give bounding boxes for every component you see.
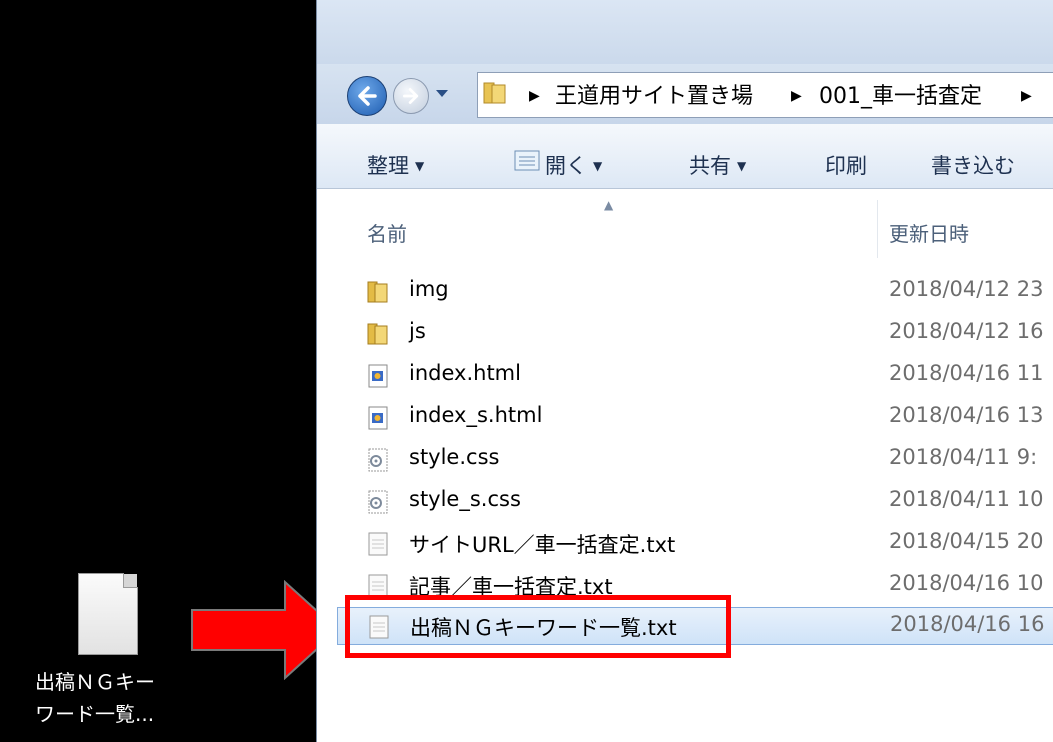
file-date: 2018/04/16 11 [889,361,1044,385]
file-name: style.css [409,445,500,469]
file-name: index_s.html [409,403,543,427]
file-date: 2018/04/12 16 [889,319,1044,343]
text-file-icon [368,532,388,556]
burn-button[interactable]: 書き込む [931,150,1015,180]
breadcrumb-chevron-icon[interactable]: ▶ [791,88,802,104]
file-name: サイトURL／車一括査定.txt [409,533,676,557]
file-date: 2018/04/11 9: [889,445,1038,469]
file-row[interactable]: index.html 2018/04/16 11 [337,357,1053,395]
file-date: 2018/04/12 23 [889,277,1044,301]
folder-icon [367,281,388,303]
file-row[interactable]: index_s.html 2018/04/16 13 [337,399,1053,437]
css-file-icon [368,490,388,514]
file-row[interactable]: img 2018/04/12 23 [337,273,1053,311]
file-name: js [409,319,426,343]
folder-icon [483,82,506,104]
highlight-box [345,595,731,658]
open-menu[interactable]: 開く ▼ [545,150,602,180]
history-dropdown-icon[interactable] [435,88,449,98]
file-name: img [409,277,449,301]
file-row[interactable]: サイトURL／車一括査定.txt 2018/04/15 20 [337,525,1053,563]
column-header-date[interactable]: 更新日時 [889,218,969,247]
breadcrumb-item[interactable]: 王道用サイト置き場 [555,78,753,110]
breadcrumb-chevron-icon[interactable]: ▶ [1021,88,1032,104]
column-divider[interactable] [877,200,878,258]
notepad-icon [514,150,540,171]
back-arrow-icon [358,86,377,106]
back-button[interactable] [347,76,387,116]
file-row[interactable]: style_s.css 2018/04/11 10 [337,483,1053,521]
file-row[interactable]: js 2018/04/12 16 [337,315,1053,353]
html-file-icon [368,406,388,430]
css-file-icon [368,448,388,472]
file-date: 2018/04/11 10 [889,487,1044,511]
forward-button[interactable] [393,78,429,114]
column-header-name[interactable]: 名前 [367,218,407,247]
file-date: 2018/04/16 13 [889,403,1044,427]
chevron-down-icon: ▼ [415,159,425,173]
sort-ascending-icon: ▲ [604,198,614,212]
text-file-icon [78,573,138,655]
file-date: 2018/04/16 16 [890,612,1045,636]
html-file-icon [368,364,388,388]
organize-menu[interactable]: 整理 ▼ [367,150,424,180]
breadcrumb-chevron-icon[interactable]: ▶ [529,88,540,104]
breadcrumb-item[interactable]: 001_車一括査定 [819,78,982,110]
file-name: style_s.css [409,487,521,511]
share-menu[interactable]: 共有 ▼ [689,150,746,180]
file-date: 2018/04/15 20 [889,529,1044,553]
print-button[interactable]: 印刷 [825,150,867,180]
file-name: index.html [409,361,521,385]
forward-arrow-icon [403,88,419,104]
desktop-file-label: 出稿ＮＧキー ワード一覧... [35,670,155,726]
file-row[interactable]: style.css 2018/04/11 9: [337,441,1053,479]
chevron-down-icon: ▼ [593,159,603,173]
chevron-down-icon: ▼ [737,159,747,173]
folder-icon [367,323,388,345]
file-date: 2018/04/16 10 [889,571,1044,595]
